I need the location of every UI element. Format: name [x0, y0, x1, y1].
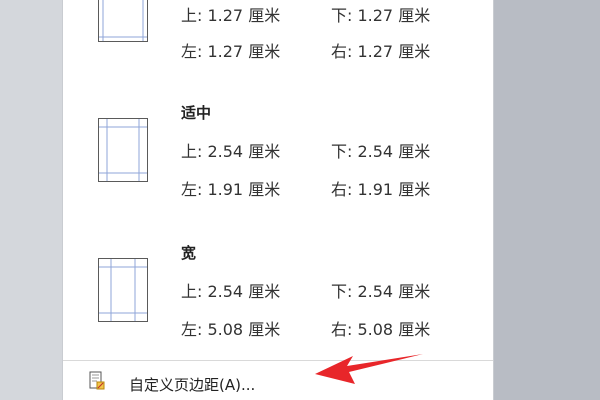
margin-bottom-value: 下: 1.27 厘米: [331, 6, 431, 25]
margin-bottom-value: 下: 2.54 厘米: [331, 142, 431, 161]
margin-top-value: 上: 2.54 厘米: [181, 142, 281, 161]
document-background-right: [494, 0, 600, 400]
margin-top-value: 上: 2.54 厘米: [181, 282, 281, 301]
document-background-left: [0, 0, 62, 400]
margin-preset-wide[interactable]: 宽 上: 2.54 厘米 下: 2.54 厘米 左: 5.08 厘米 右: 5.…: [63, 236, 493, 346]
page-setup-icon: [89, 371, 105, 391]
page-preview-wide-icon: [98, 258, 148, 322]
margin-left-value: 左: 1.91 厘米: [181, 180, 281, 199]
margin-right-value: 右: 5.08 厘米: [331, 320, 431, 339]
margin-right-value: 右: 1.91 厘米: [331, 180, 431, 199]
custom-margins-label: 自定义页边距(A)...: [129, 376, 256, 394]
red-arrow-icon: [315, 354, 423, 384]
margin-preset-narrow[interactable]: 上: 1.27 厘米 下: 1.27 厘米 左: 1.27 厘米 右: 1.27…: [63, 0, 493, 80]
custom-margins-menu-item[interactable]: 自定义页边距(A)...: [63, 361, 493, 400]
margin-bottom-value: 下: 2.54 厘米: [331, 282, 431, 301]
margin-right-value: 右: 1.27 厘米: [331, 42, 431, 61]
margins-dropdown-panel: 上: 1.27 厘米 下: 1.27 厘米 左: 1.27 厘米 右: 1.27…: [62, 0, 494, 400]
preset-name-wide: 宽: [181, 244, 197, 262]
page-preview-moderate-icon: [98, 118, 148, 182]
margin-preset-moderate[interactable]: 适中 上: 2.54 厘米 下: 2.54 厘米 左: 1.91 厘米 右: 1…: [63, 96, 493, 206]
preset-name-moderate: 适中: [181, 104, 212, 122]
margin-left-value: 左: 1.27 厘米: [181, 42, 281, 61]
page-preview-narrow-icon: [98, 0, 148, 42]
margin-left-value: 左: 5.08 厘米: [181, 320, 281, 339]
margin-top-value: 上: 1.27 厘米: [181, 6, 281, 25]
